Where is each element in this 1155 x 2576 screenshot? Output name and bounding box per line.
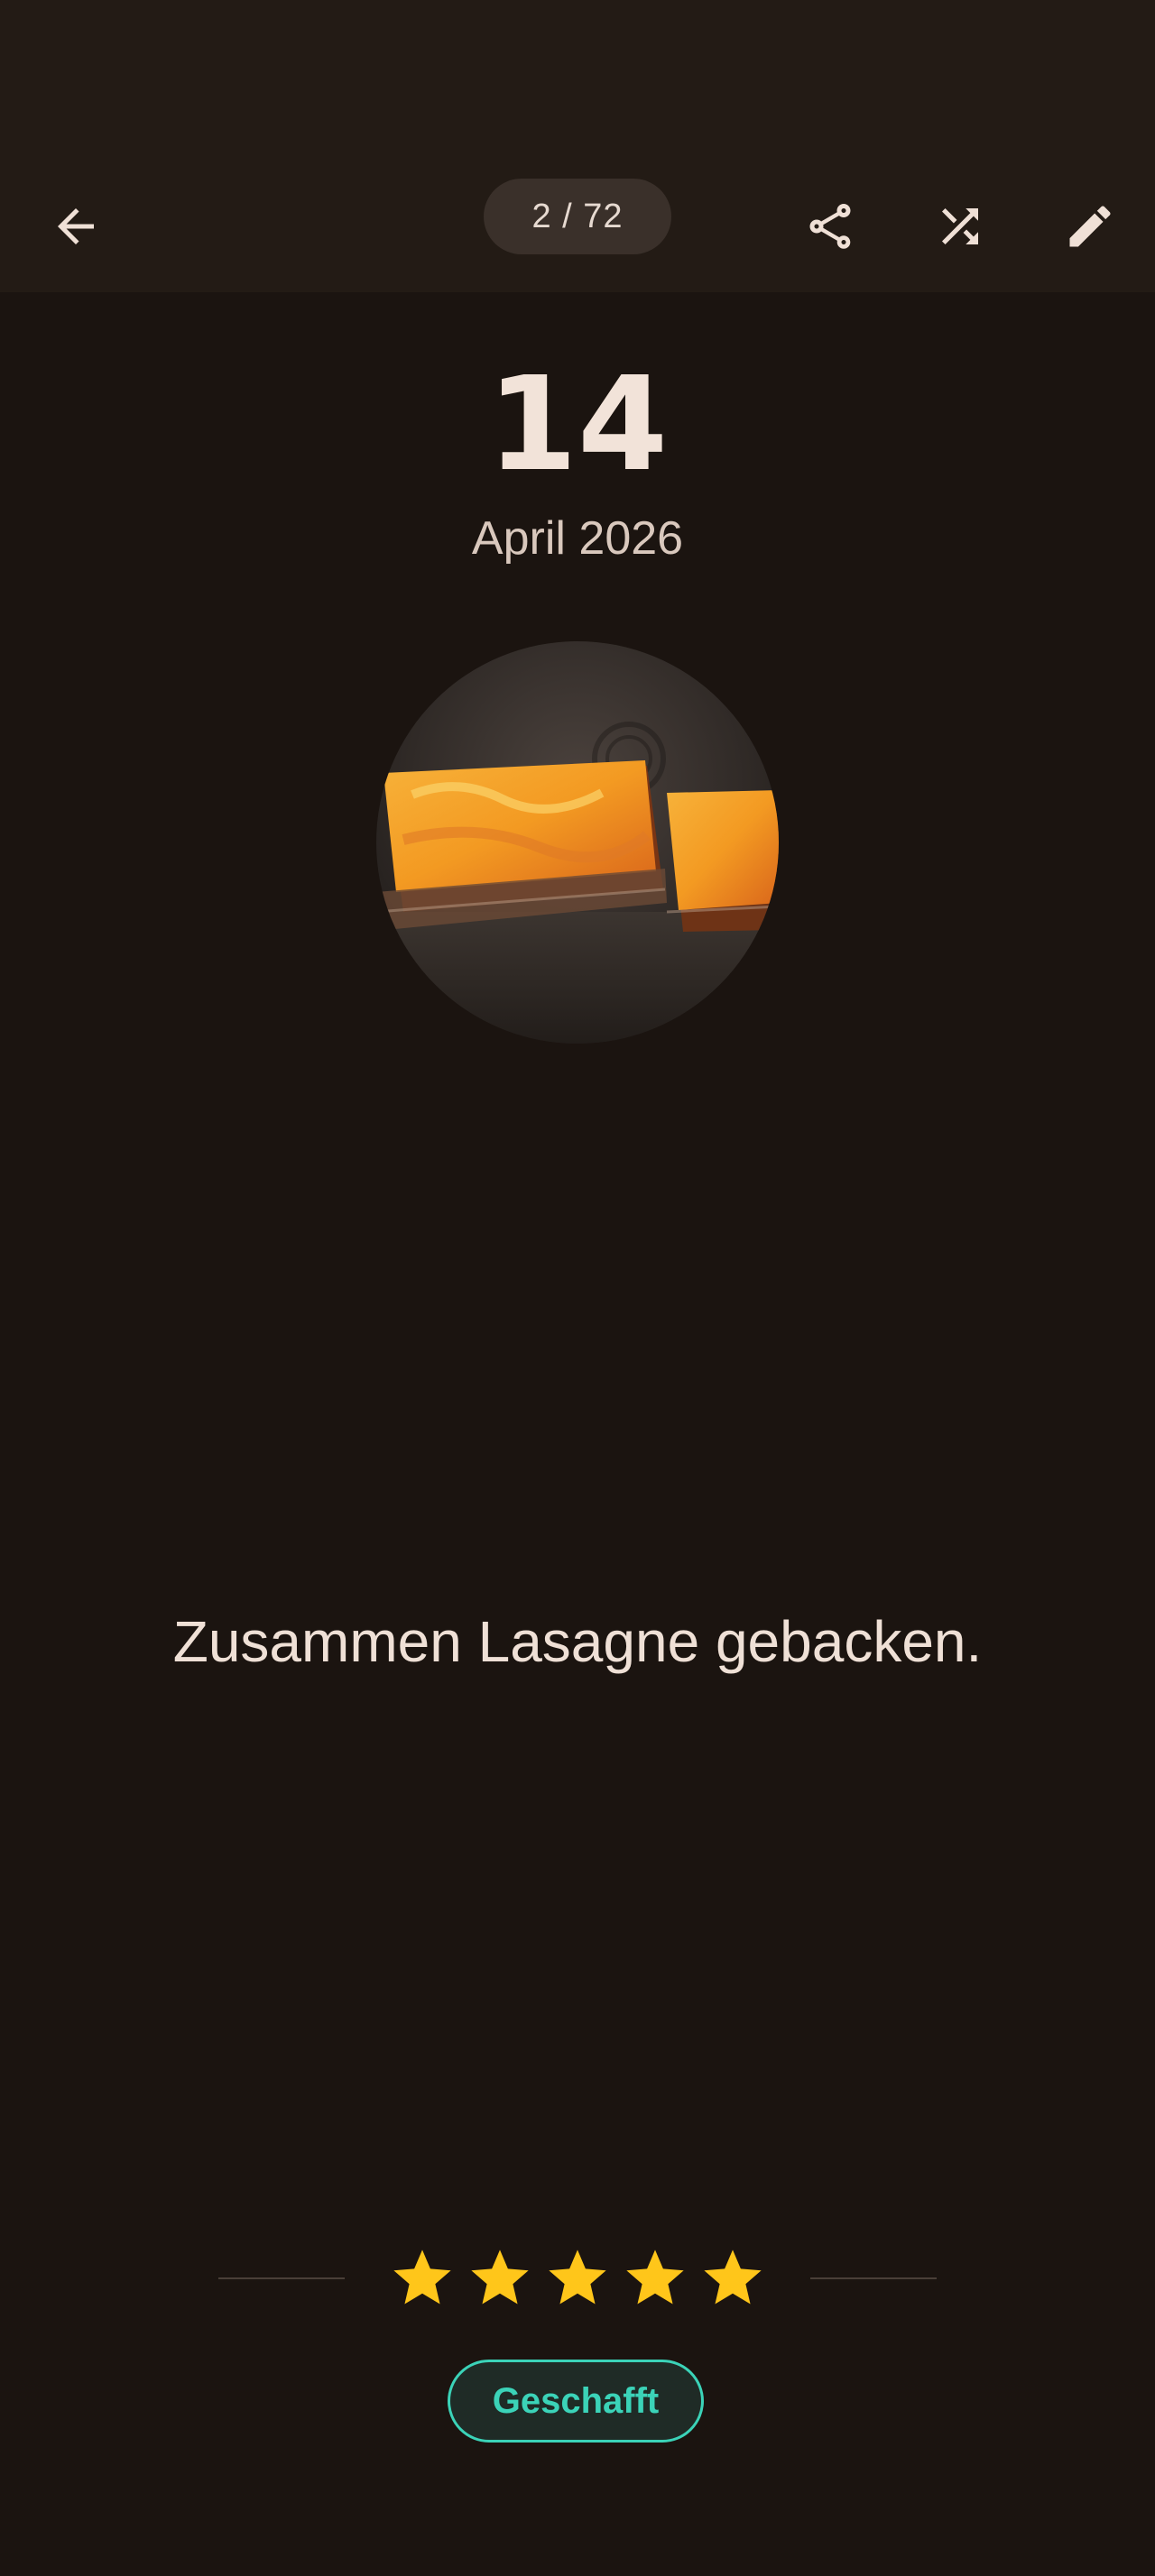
divider-right	[810, 2277, 937, 2279]
shuffle-icon	[942, 208, 978, 244]
star-icon	[388, 2244, 457, 2313]
entry-note: Zusammen Lasagne gebacken.	[172, 1609, 983, 1674]
divider-left	[218, 2277, 345, 2279]
entry-photo[interactable]	[376, 641, 779, 1044]
star-icon	[698, 2244, 767, 2313]
star-icon	[621, 2244, 689, 2313]
top-toolbar: 2 / 72	[0, 161, 1155, 292]
edit-icon	[1069, 206, 1111, 247]
edit-button[interactable]	[1047, 183, 1133, 270]
shuffle-button[interactable]	[917, 183, 1003, 270]
star-icon	[466, 2244, 534, 2313]
status-badge: Geschafft	[448, 2360, 704, 2443]
month-year: April 2026	[471, 512, 684, 565]
back-button[interactable]	[32, 183, 119, 270]
lasagne-photo	[376, 641, 779, 1044]
share-icon	[809, 204, 851, 249]
photo-counter: 2 / 72	[484, 179, 671, 254]
star-rating	[388, 2240, 767, 2316]
star-icon	[543, 2244, 612, 2313]
arrow-back-icon	[58, 208, 94, 244]
status-bar	[0, 0, 1155, 161]
day-number: 14	[486, 348, 669, 500]
share-button[interactable]	[787, 183, 873, 270]
